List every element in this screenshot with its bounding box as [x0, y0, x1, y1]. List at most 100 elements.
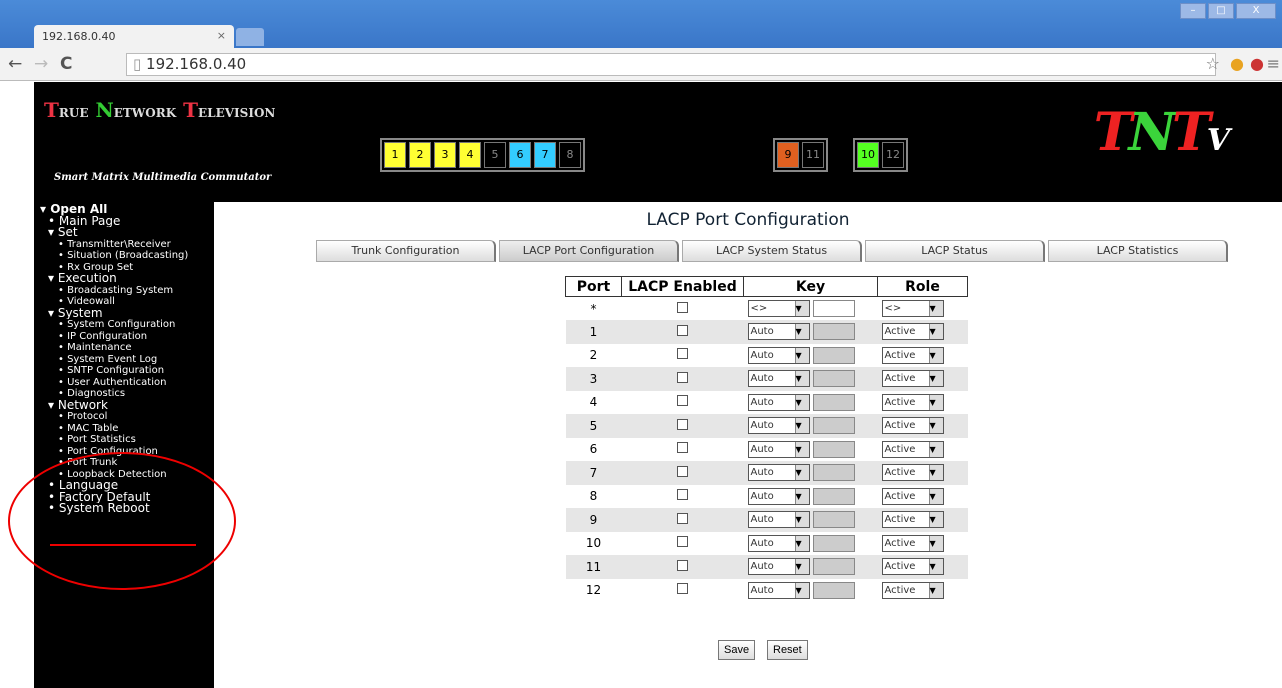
key-select[interactable]: Auto ▼: [747, 534, 810, 552]
lacp-enabled-checkbox[interactable]: [677, 348, 688, 360]
role-select[interactable]: Active ▼: [881, 370, 944, 388]
new-tab-button[interactable]: [236, 28, 264, 46]
minimize-button[interactable]: –: [1180, 3, 1206, 19]
role-select[interactable]: Active ▼: [881, 487, 944, 505]
save-button[interactable]: Save: [718, 640, 756, 660]
key-select[interactable]: Auto ▼: [747, 464, 810, 482]
port-button[interactable]: 2: [409, 142, 431, 168]
sidebar-item[interactable]: ▾ Network: [40, 400, 214, 412]
lacp-enabled-checkbox[interactable]: [677, 301, 688, 313]
sidebar-item[interactable]: • Main Page: [40, 216, 214, 228]
tab-item[interactable]: LACP Status: [865, 240, 1045, 262]
sidebar-item[interactable]: ▾ Open All: [40, 204, 214, 216]
role-select[interactable]: Active ▼: [881, 581, 944, 599]
sidebar-item[interactable]: • Protocol: [40, 411, 214, 423]
sidebar-item[interactable]: • System Reboot: [40, 503, 214, 515]
sidebar-item[interactable]: • Broadcasting System: [40, 285, 214, 297]
sidebar-item[interactable]: ▾ System: [40, 308, 214, 320]
lacp-enabled-checkbox[interactable]: [677, 583, 688, 595]
role-select[interactable]: Active ▼: [881, 417, 944, 435]
role-select[interactable]: Active ▼: [881, 511, 944, 529]
sidebar-item[interactable]: • MAC Table: [40, 423, 214, 435]
lacp-enabled-checkbox[interactable]: [677, 489, 688, 501]
role-select[interactable]: Active ▼: [881, 393, 944, 411]
key-select[interactable]: Auto ▼: [747, 487, 810, 505]
sidebar-item[interactable]: • Rx Group Set: [40, 262, 214, 274]
tab-item[interactable]: LACP Statistics: [1048, 240, 1228, 262]
sidebar-item[interactable]: • User Authentication: [40, 377, 214, 389]
close-window-button[interactable]: X: [1236, 3, 1276, 19]
forward-button[interactable]: →: [34, 54, 48, 74]
port-button[interactable]: 5: [484, 142, 506, 168]
port-button[interactable]: 7: [534, 142, 556, 168]
sidebar-item[interactable]: • Port Configuration: [40, 446, 214, 458]
back-button[interactable]: ←: [8, 54, 22, 74]
port-button[interactable]: 1: [384, 142, 406, 168]
role-select[interactable]: Active ▼: [881, 346, 944, 364]
key-select[interactable]: Auto ▼: [747, 511, 810, 529]
role-select[interactable]: Active ▼: [881, 464, 944, 482]
tab-close-icon[interactable]: ×: [217, 29, 226, 42]
port-button[interactable]: 11: [802, 142, 824, 168]
sidebar-item[interactable]: • Loopback Detection: [40, 469, 214, 481]
role-select[interactable]: Active ▼: [881, 534, 944, 552]
port-button[interactable]: 9: [777, 142, 799, 168]
extension-2-icon[interactable]: ●: [1250, 54, 1264, 73]
sidebar-item[interactable]: • SNTP Configuration: [40, 365, 214, 377]
sidebar-item[interactable]: • Port Trunk: [40, 457, 214, 469]
sidebar-item[interactable]: • Situation (Broadcasting): [40, 250, 214, 262]
browser-tab[interactable]: 192.168.0.40 ×: [34, 25, 234, 48]
lacp-enabled-checkbox[interactable]: [677, 395, 688, 407]
sidebar-item[interactable]: • Port Statistics: [40, 434, 214, 446]
sidebar-item[interactable]: ▾ Set: [40, 227, 214, 239]
sidebar-item[interactable]: ▾ Execution: [40, 273, 214, 285]
tab-item[interactable]: LACP Port Configuration: [499, 240, 679, 262]
tab-item[interactable]: LACP System Status: [682, 240, 862, 262]
reset-button[interactable]: Reset: [767, 640, 808, 660]
maximize-button[interactable]: □: [1208, 3, 1234, 19]
sidebar-item[interactable]: • IP Configuration: [40, 331, 214, 343]
key-select[interactable]: Auto ▼: [747, 323, 810, 341]
menu-icon[interactable]: ≡: [1267, 54, 1280, 73]
port-button[interactable]: 3: [434, 142, 456, 168]
key-select[interactable]: Auto ▼: [747, 417, 810, 435]
lacp-enabled-checkbox[interactable]: [677, 465, 688, 477]
lacp-enabled-checkbox[interactable]: [677, 324, 688, 336]
url-field[interactable]: ▯ 192.168.0.40: [126, 53, 1216, 76]
key-select[interactable]: Auto ▼: [747, 581, 810, 599]
sidebar-item[interactable]: • System Configuration: [40, 319, 214, 331]
key-select[interactable]: <> ▼: [747, 300, 810, 317]
port-button[interactable]: 4: [459, 142, 481, 168]
port-button[interactable]: 8: [559, 142, 581, 168]
role-select[interactable]: Active ▼: [881, 558, 944, 576]
key-select[interactable]: Auto ▼: [747, 370, 810, 388]
lacp-enabled-checkbox[interactable]: [677, 418, 688, 430]
key-select[interactable]: Auto ▼: [747, 346, 810, 364]
port-button[interactable]: 6: [509, 142, 531, 168]
sidebar-item[interactable]: • Videowall: [40, 296, 214, 308]
sidebar-item[interactable]: • System Event Log: [40, 354, 214, 366]
key-value-input[interactable]: [813, 300, 856, 317]
sidebar-item[interactable]: • Diagnostics: [40, 388, 214, 400]
lacp-enabled-checkbox[interactable]: [677, 442, 688, 454]
lacp-enabled-checkbox[interactable]: [677, 536, 688, 548]
key-select[interactable]: Auto ▼: [747, 440, 810, 458]
tab-item[interactable]: Trunk Configuration: [316, 240, 496, 262]
port-button[interactable]: 10: [857, 142, 879, 168]
port-button[interactable]: 12: [882, 142, 904, 168]
role-select[interactable]: Active ▼: [881, 323, 944, 341]
lacp-enabled-checkbox[interactable]: [677, 371, 688, 383]
sidebar-item[interactable]: • Language: [40, 480, 214, 492]
role-select[interactable]: <> ▼: [881, 300, 944, 317]
sidebar-item[interactable]: • Transmitter\Receiver: [40, 239, 214, 251]
sidebar-item[interactable]: • Factory Default: [40, 492, 214, 504]
lacp-enabled-checkbox[interactable]: [677, 559, 688, 571]
key-select[interactable]: Auto ▼: [747, 393, 810, 411]
key-select[interactable]: Auto ▼: [747, 558, 810, 576]
role-select[interactable]: Active ▼: [881, 440, 944, 458]
lacp-enabled-checkbox[interactable]: [677, 512, 688, 524]
sidebar-item[interactable]: • Maintenance: [40, 342, 214, 354]
star-icon[interactable]: ☆: [1206, 54, 1220, 73]
reload-button[interactable]: C: [60, 54, 72, 74]
extension-icon[interactable]: ●: [1230, 54, 1244, 73]
